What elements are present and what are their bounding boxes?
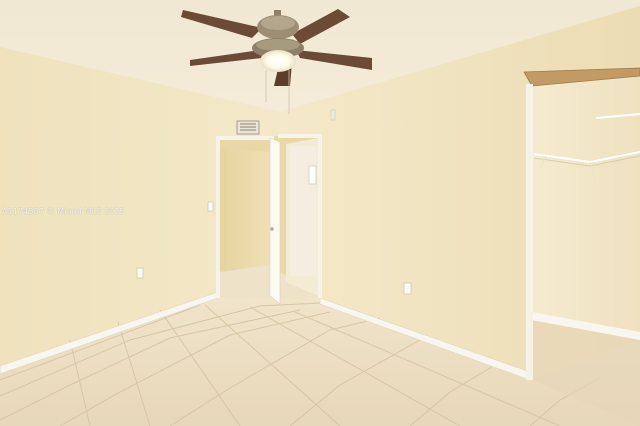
wall-outlet-right — [403, 282, 412, 295]
wall-outlet-left — [136, 267, 144, 279]
air-vent — [236, 120, 260, 135]
room-photo: A1174587 © Miami MLS 2025 — [0, 0, 640, 426]
hallway-doorway — [216, 134, 322, 298]
open-door — [269, 137, 281, 305]
thermostat — [330, 109, 336, 121]
mls-watermark: A1174587 © Miami MLS 2025 — [2, 207, 125, 216]
door-knob — [270, 227, 274, 231]
light-switch — [207, 201, 214, 212]
fan-light-globe — [260, 50, 296, 72]
walk-in-closet — [523, 67, 640, 426]
